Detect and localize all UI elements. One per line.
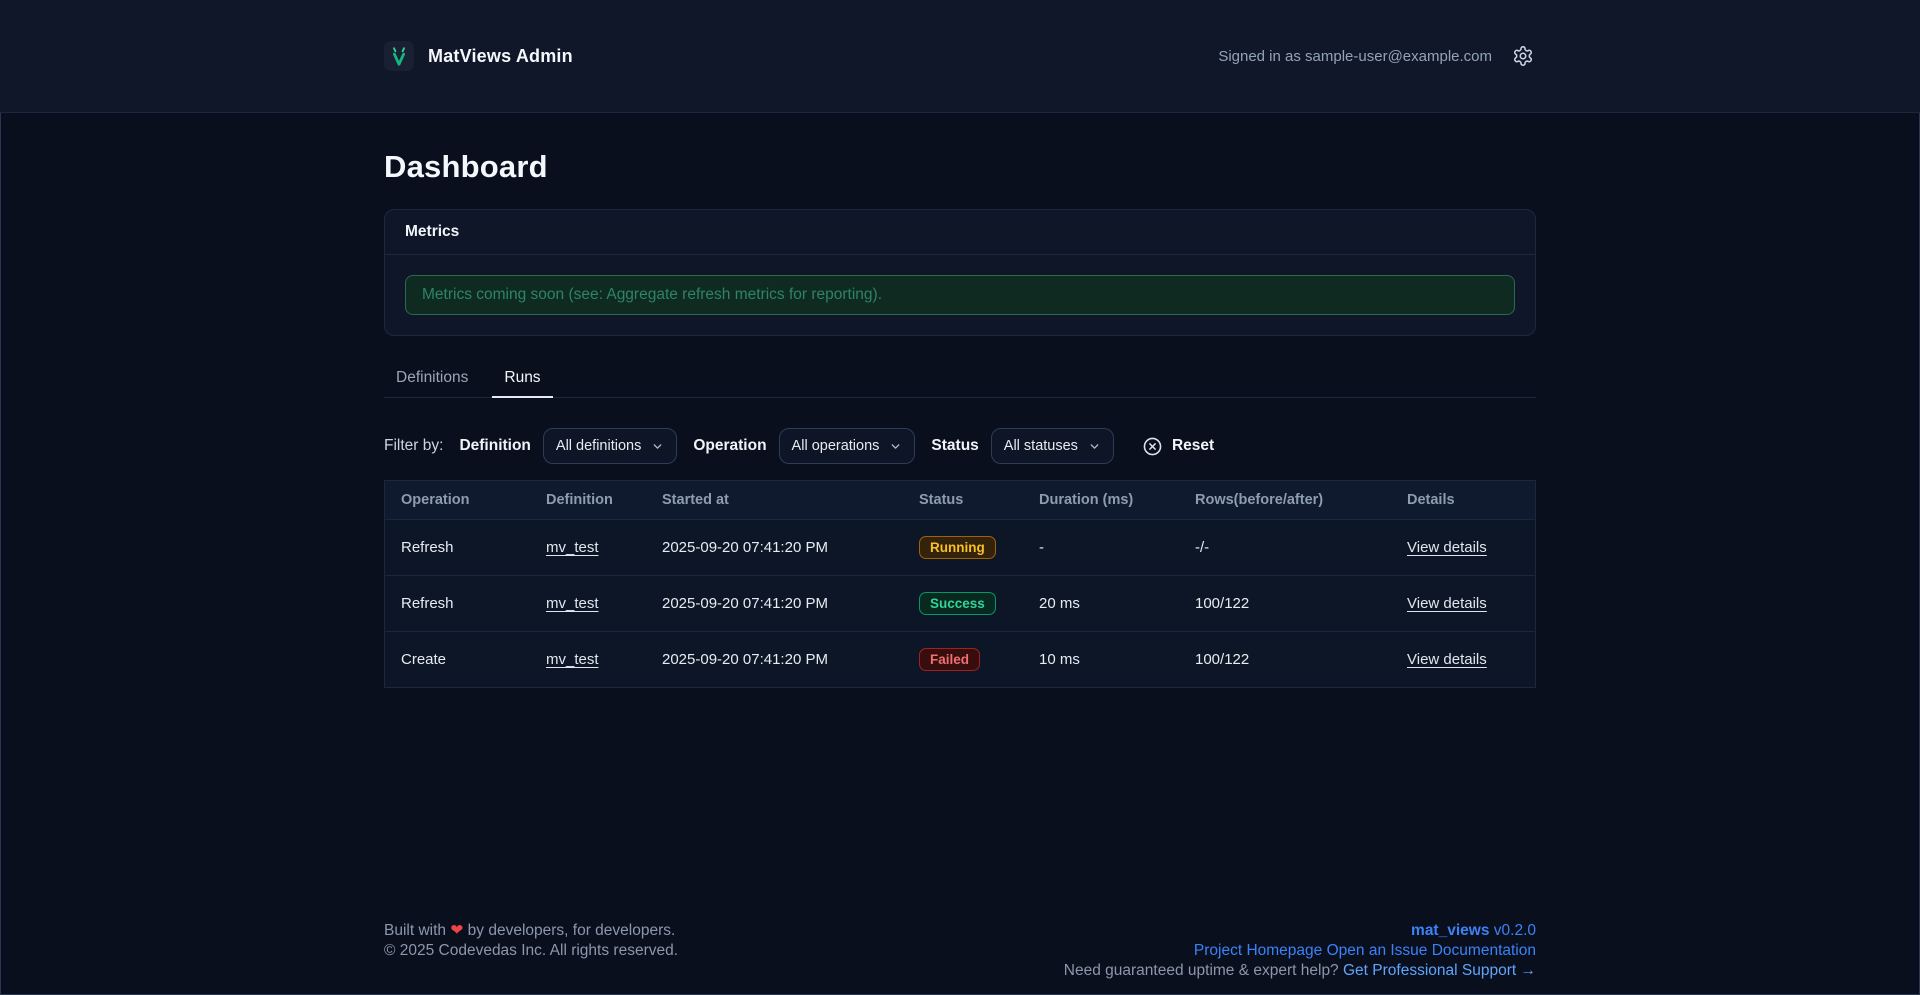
status-badge: Running — [919, 536, 996, 559]
col-operation: Operation — [385, 481, 530, 519]
professional-support-link[interactable]: Get Professional Support → — [1343, 962, 1536, 979]
support-line: Need guaranteed uptime & expert help? Ge… — [1064, 961, 1536, 981]
settings-gear-icon[interactable] — [1510, 43, 1536, 69]
reset-label: Reset — [1172, 437, 1214, 455]
status-badge: Success — [919, 592, 996, 615]
app-title: MatViews Admin — [428, 46, 573, 67]
filter-by-label: Filter by: — [384, 437, 443, 455]
col-status: Status — [903, 481, 1023, 519]
definition-filter-value: All definitions — [556, 438, 641, 454]
table-header-row: Operation Definition Started at Status D… — [385, 481, 1535, 519]
project-name: mat_views — [1411, 922, 1489, 939]
duration-cell: - — [1023, 523, 1179, 572]
rows-cell: 100/122 — [1179, 635, 1391, 684]
project-homepage-link[interactable]: Project Homepage — [1194, 942, 1322, 959]
rows-cell: -/- — [1179, 523, 1391, 572]
started-at-cell: 2025-09-20 07:41:20 PM — [646, 635, 903, 684]
table-row: Create mv_test 2025-09-20 07:41:20 PM Fa… — [385, 631, 1535, 687]
col-started-at: Started at — [646, 481, 903, 519]
status-badge: Failed — [919, 648, 980, 671]
col-details: Details — [1391, 481, 1535, 519]
footer-links-line: Project Homepage Open an Issue Documenta… — [1064, 941, 1536, 961]
built-with-line: Built with ❤ by developers, for develope… — [384, 921, 678, 941]
brand: MatViews Admin — [384, 41, 573, 71]
status-filter-select[interactable]: All statuses — [991, 428, 1114, 464]
col-duration: Duration (ms) — [1023, 481, 1179, 519]
view-details-link[interactable]: View details — [1407, 539, 1487, 556]
col-definition: Definition — [530, 481, 646, 519]
chevron-down-icon — [889, 440, 902, 453]
rows-cell: 100/122 — [1179, 579, 1391, 628]
operation-filter-select[interactable]: All operations — [779, 428, 916, 464]
duration-cell: 20 ms — [1023, 579, 1179, 628]
tab-runs[interactable]: Runs — [492, 362, 552, 397]
definition-link[interactable]: mv_test — [546, 651, 599, 668]
definition-link[interactable]: mv_test — [546, 539, 599, 556]
status-filter-label: Status — [931, 437, 978, 455]
operation-filter-value: All operations — [792, 438, 880, 454]
filter-bar: Filter by: Definition All definitions Op… — [384, 428, 1536, 464]
metrics-panel-title: Metrics — [405, 223, 459, 240]
view-details-link[interactable]: View details — [1407, 651, 1487, 668]
page-title: Dashboard — [384, 113, 1536, 185]
chevron-down-icon — [1088, 440, 1101, 453]
version-number: v0.2.0 — [1494, 922, 1536, 939]
view-details-link[interactable]: View details — [1407, 595, 1487, 612]
circle-x-icon — [1142, 436, 1163, 457]
reset-filters-button[interactable]: Reset — [1142, 436, 1214, 457]
metrics-coming-soon-banner: Metrics coming soon (see: Aggregate refr… — [405, 275, 1515, 315]
matviews-logo-icon — [384, 41, 414, 71]
runs-table: Operation Definition Started at Status D… — [384, 480, 1536, 688]
signed-in-text: Signed in as sample-user@example.com — [1218, 48, 1492, 65]
definition-filter-label: Definition — [459, 437, 530, 455]
metrics-panel-header: Metrics — [385, 210, 1535, 255]
app-header: MatViews Admin Signed in as sample-user@… — [0, 0, 1920, 113]
definition-filter-select[interactable]: All definitions — [543, 428, 677, 464]
started-at-cell: 2025-09-20 07:41:20 PM — [646, 579, 903, 628]
operation-cell: Refresh — [385, 579, 530, 628]
heart-icon: ❤ — [450, 922, 463, 939]
page-footer: Built with ❤ by developers, for develope… — [0, 921, 1920, 995]
started-at-cell: 2025-09-20 07:41:20 PM — [646, 523, 903, 572]
operation-cell: Refresh — [385, 523, 530, 572]
table-row: Refresh mv_test 2025-09-20 07:41:20 PM R… — [385, 519, 1535, 575]
tab-bar: Definitions Runs — [384, 362, 1536, 398]
duration-cell: 10 ms — [1023, 635, 1179, 684]
tab-definitions[interactable]: Definitions — [384, 362, 480, 397]
operation-cell: Create — [385, 635, 530, 684]
status-filter-value: All statuses — [1004, 438, 1078, 454]
chevron-down-icon — [651, 440, 664, 453]
copyright-line: © 2025 Codevedas Inc. All rights reserve… — [384, 941, 678, 961]
table-row: Refresh mv_test 2025-09-20 07:41:20 PM S… — [385, 575, 1535, 631]
documentation-link[interactable]: Documentation — [1432, 942, 1536, 959]
version-line: mat_views v0.2.0 — [1064, 921, 1536, 941]
definition-link[interactable]: mv_test — [546, 595, 599, 612]
open-an-issue-link[interactable]: Open an Issue — [1327, 942, 1428, 959]
col-rows: Rows(before/after) — [1179, 481, 1391, 519]
operation-filter-label: Operation — [693, 437, 766, 455]
metrics-panel: Metrics Metrics coming soon (see: Aggreg… — [384, 209, 1536, 336]
